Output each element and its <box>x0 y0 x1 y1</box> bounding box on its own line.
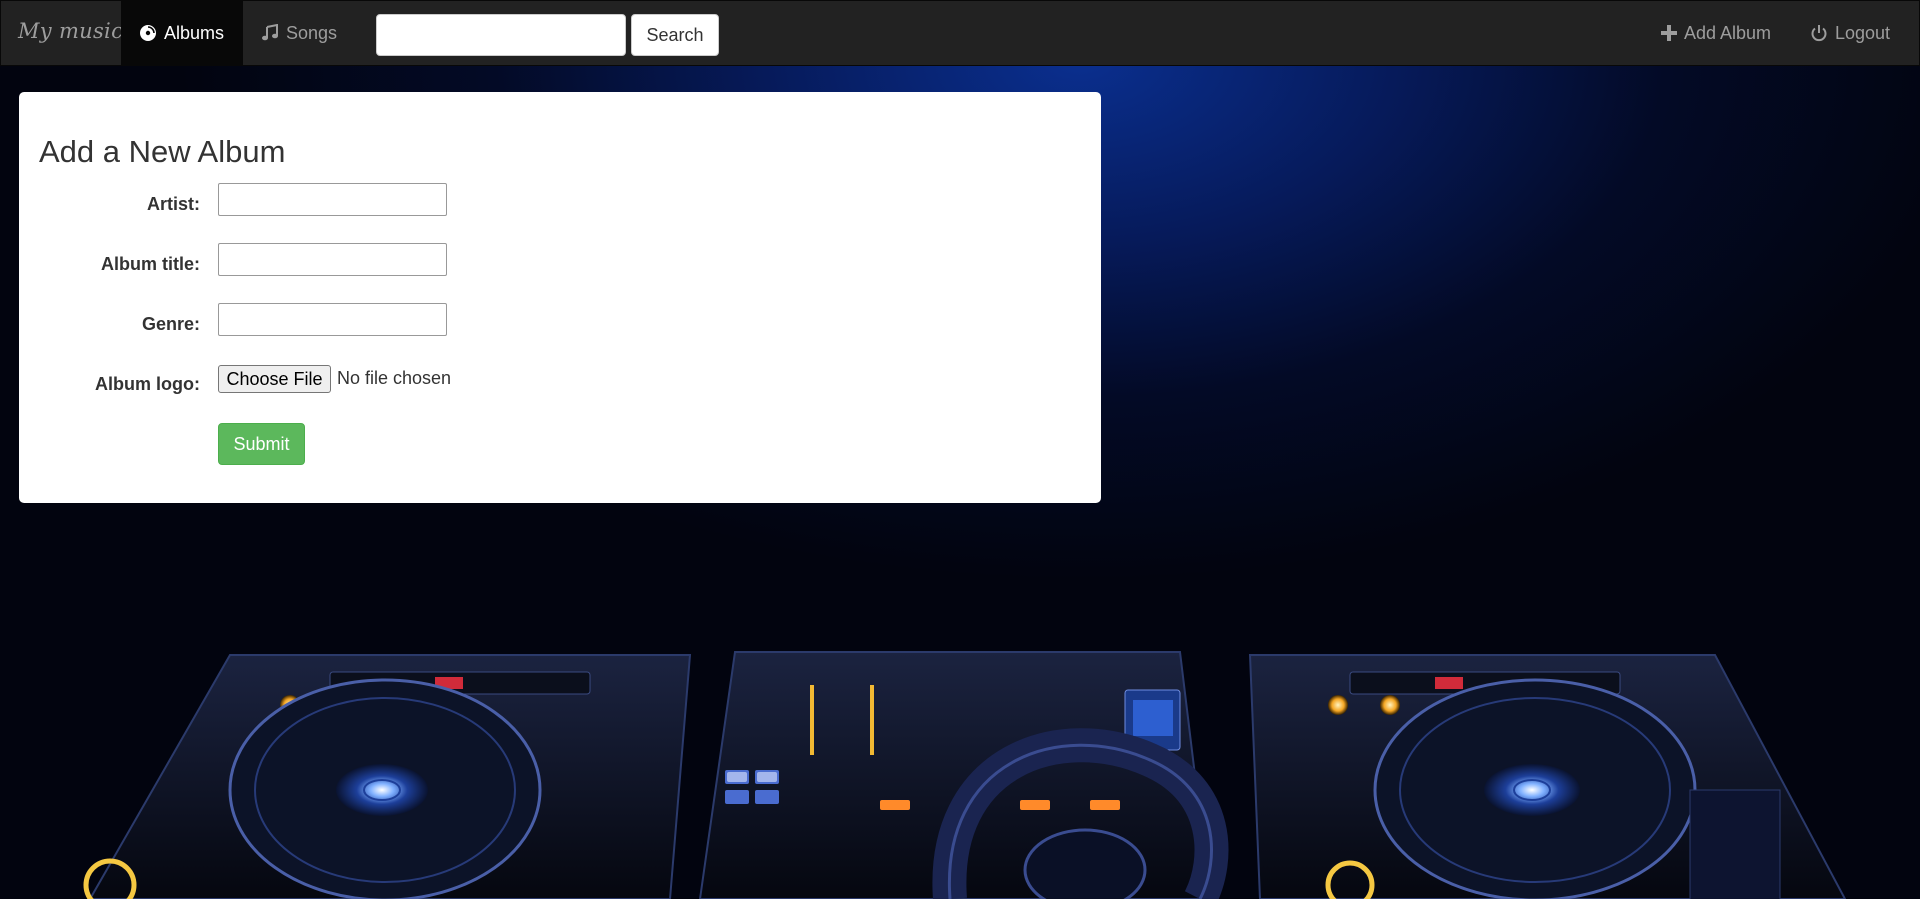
genre-label: Genre: <box>141 314 200 334</box>
search-button[interactable]: Search <box>631 14 719 56</box>
file-status-text: No file chosen <box>337 368 452 388</box>
power-icon <box>1811 25 1827 42</box>
add-album-panel: Add a New Album Artist: Album title: Gen… <box>19 92 1101 503</box>
nav-albums-label: Albums <box>164 22 225 43</box>
disc-icon <box>140 25 156 41</box>
brand-logo[interactable]: My music <box>18 19 123 43</box>
nav-songs-label: Songs <box>286 22 338 43</box>
nav-songs[interactable]: Songs <box>243 1 355 65</box>
logout-link[interactable]: Logout <box>1798 1 1902 65</box>
plus-icon <box>1661 25 1677 41</box>
album-logo-label: Album logo: <box>95 374 200 394</box>
add-album-link[interactable]: Add Album <box>1649 1 1783 65</box>
album-title-field[interactable] <box>218 243 447 276</box>
page-title: Add a New Album <box>39 134 286 169</box>
genre-field[interactable] <box>218 303 447 336</box>
artist-label: Artist: <box>147 194 200 214</box>
music-note-icon <box>262 24 278 41</box>
logout-label: Logout <box>1835 22 1891 43</box>
search-input[interactable] <box>376 14 626 56</box>
add-album-label: Add Album <box>1684 22 1772 43</box>
album-title-label: Album title: <box>101 254 200 274</box>
top-navbar: My music Albums Songs Search Add Album L… <box>0 0 1920 66</box>
choose-file-button[interactable]: Choose File <box>218 365 331 393</box>
submit-button[interactable]: Submit <box>218 423 305 465</box>
nav-albums[interactable]: Albums <box>121 1 243 65</box>
artist-field[interactable] <box>218 183 447 216</box>
